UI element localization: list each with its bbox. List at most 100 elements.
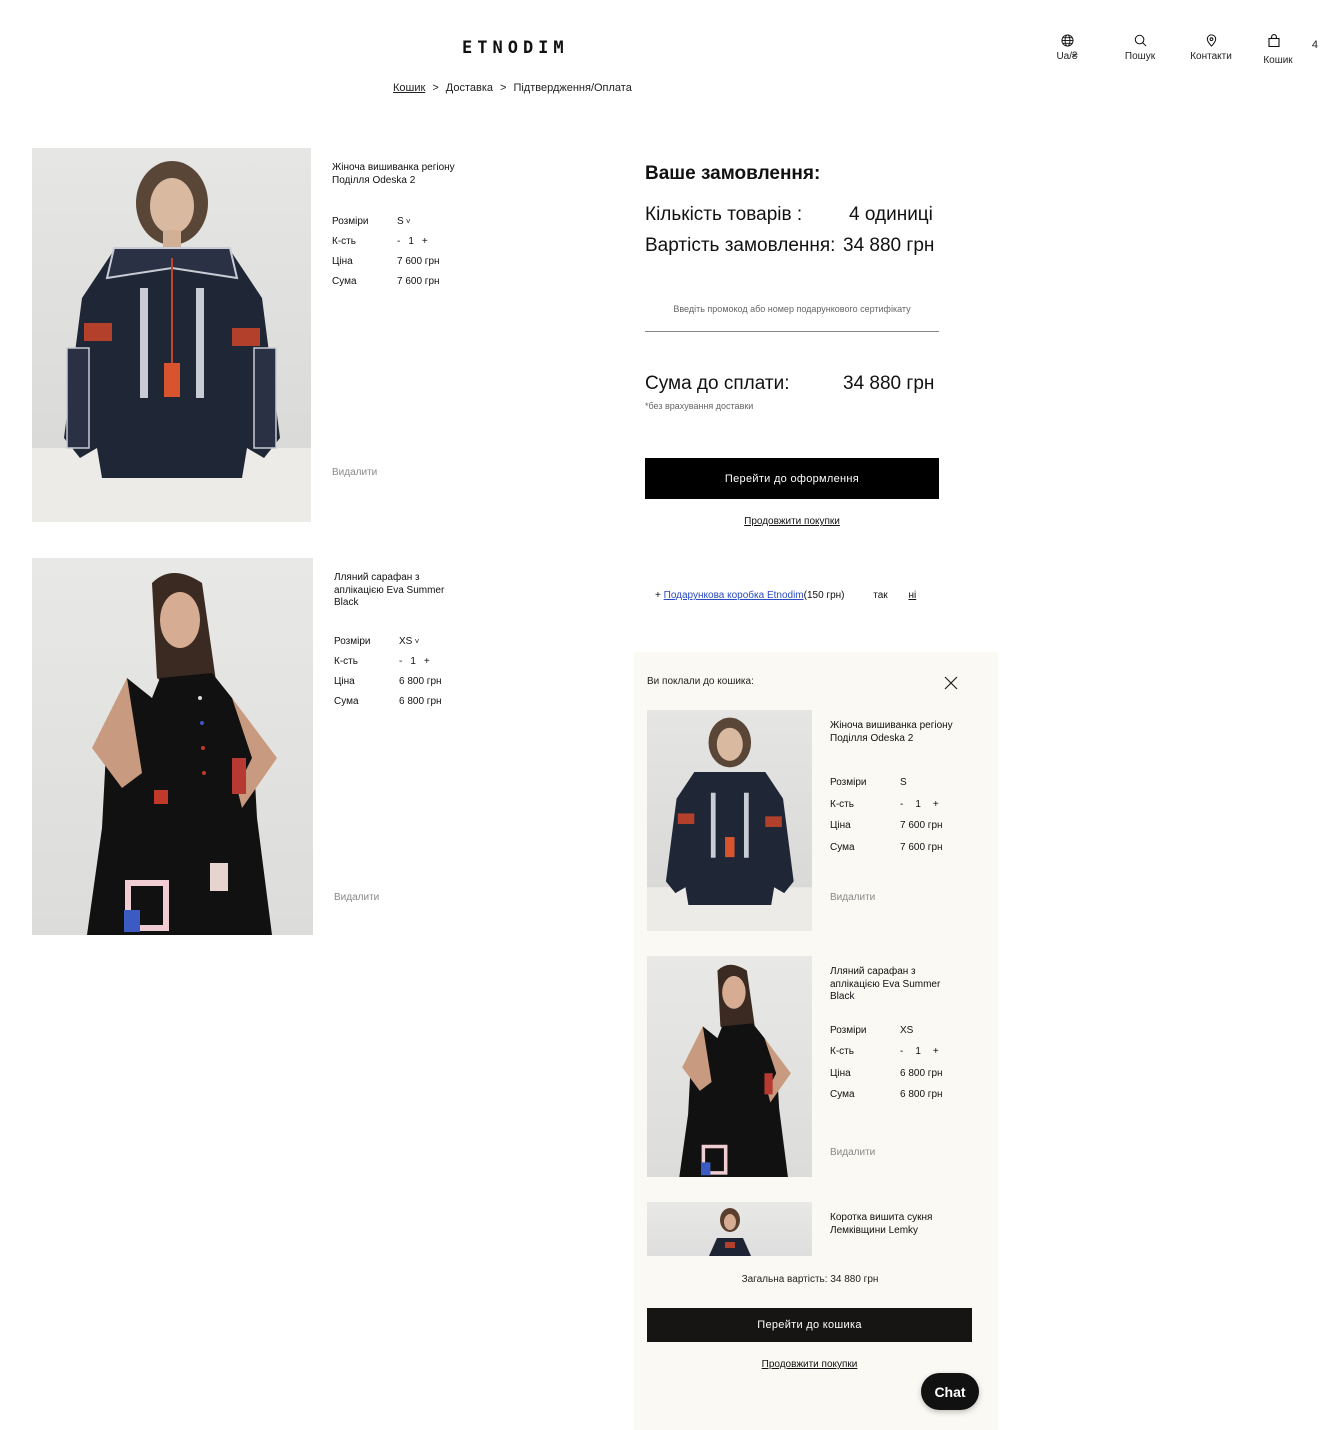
remove-button[interactable]: Видалити: [334, 892, 379, 903]
quantity-row: К-сть -1 +: [830, 794, 970, 816]
gift-no-option[interactable]: ні: [908, 590, 916, 601]
price-label: Ціна: [830, 1067, 851, 1079]
mini-cart-item-image[interactable]: [647, 956, 812, 1177]
quantity-label: К-сть: [332, 235, 356, 247]
increase-button[interactable]: +: [933, 799, 939, 810]
mini-cart-item-image[interactable]: [647, 710, 812, 931]
chevron-down-icon: ˅: [403, 216, 411, 226]
location-pin-icon: [1206, 34, 1216, 47]
continue-shopping-link[interactable]: Продовжити покупки: [647, 1359, 972, 1370]
order-cost-label: Вартість замовлення:: [645, 235, 836, 256]
sum-label: Сума: [332, 275, 357, 287]
remove-button[interactable]: Видалити: [332, 467, 377, 478]
search-label: Пошук: [1124, 51, 1156, 62]
size-label: Розміри: [334, 636, 371, 647]
price-label: Ціна: [334, 676, 355, 687]
quantity-value: 1: [410, 656, 416, 667]
decrease-button[interactable]: -: [900, 799, 903, 810]
mini-cart-item: Жіноча вишиванка регіону Поділля Odeska …: [830, 720, 970, 858]
cart-link[interactable]: 4 Кошик: [1238, 34, 1318, 66]
product-title[interactable]: Лляний сарафан з аплікацією Eva Summer B…: [334, 572, 454, 610]
price-value: 7 600 грн: [397, 255, 440, 267]
size-row: Розміри S: [830, 772, 970, 794]
cart-item: Жіноча вишиванка регіону Поділля Odeska …: [332, 162, 512, 291]
total-value: 34 880 грн: [843, 373, 935, 394]
increase-button[interactable]: +: [424, 656, 430, 667]
product-image[interactable]: [32, 148, 311, 522]
size-label: Розміри: [830, 777, 867, 789]
quantity-stepper: - 1 +: [900, 799, 939, 810]
increase-button[interactable]: +: [933, 1046, 939, 1057]
sum-label: Сума: [830, 841, 855, 853]
bag-icon: [1268, 34, 1280, 47]
size-select[interactable]: S ˅: [397, 216, 411, 227]
mini-cart-item: Коротка вишита сукня Лемківщини Lemky: [830, 1212, 960, 1237]
quantity-label: К-сть: [830, 1046, 854, 1058]
quantity-stepper: -1 +: [397, 236, 428, 247]
mini-cart-item-image[interactable]: [647, 1202, 812, 1256]
price-value: 7 600 грн: [900, 820, 943, 832]
product-title[interactable]: Жіноча вишиванка регіону Поділля Odeska …: [332, 162, 472, 187]
remove-button[interactable]: Видалити: [830, 1147, 875, 1158]
promo-code-input[interactable]: Введіть промокод або номер подарункового…: [645, 290, 939, 332]
checkout-button[interactable]: Перейти до оформлення: [645, 458, 939, 499]
go-to-cart-button[interactable]: Перейти до кошика: [647, 1308, 972, 1342]
price-row: Ціна 7 600 грн: [332, 251, 512, 271]
increase-button[interactable]: +: [422, 236, 428, 247]
product-title[interactable]: Жіноча вишиванка регіону Поділля Odeska …: [830, 720, 960, 745]
decrease-button[interactable]: -: [900, 1046, 903, 1057]
breadcrumb: Кошик > Доставка > Підтвердження/Оплата: [393, 82, 632, 94]
sum-row: Сума 6 800 грн: [334, 692, 514, 712]
size-value: XS: [900, 1024, 914, 1036]
quantity-row: К-сть -1 +: [332, 231, 512, 251]
price-row: Ціна 7 600 грн: [830, 815, 970, 837]
sum-row: Сума 7 600 грн: [332, 271, 512, 291]
sum-value: 7 600 грн: [397, 275, 440, 287]
decrease-button[interactable]: -: [397, 236, 400, 247]
continue-shopping-link[interactable]: Продовжити покупки: [645, 516, 939, 527]
delivery-note: *без врахування доставки: [645, 401, 754, 411]
site-logo[interactable]: ETNODIM: [462, 38, 569, 58]
gift-box-option: + Подарункова коробка Etnodim(150 грн) т…: [655, 590, 916, 601]
mini-cart-panel: Ви поклали до кошика: Жіноча вишиванка р…: [634, 652, 998, 1430]
language-currency-switch[interactable]: Ua/₴: [1027, 34, 1107, 62]
breadcrumb-cart[interactable]: Кошик: [393, 82, 425, 94]
sum-label: Сума: [334, 696, 359, 707]
breadcrumb-confirmation: Підтвердження/Оплата: [513, 82, 632, 94]
decrease-button[interactable]: -: [399, 656, 402, 667]
quantity-value: 1: [915, 798, 921, 810]
close-icon[interactable]: [943, 675, 959, 691]
search-button[interactable]: Пошук: [1100, 34, 1180, 62]
chat-button[interactable]: Chat: [921, 1373, 979, 1410]
gift-prefix: +: [655, 590, 661, 601]
mini-cart-total: Загальна вартість: 34 880 грн: [741, 1274, 879, 1285]
price-label: Ціна: [332, 255, 353, 267]
cart-label: Кошик: [1263, 55, 1293, 66]
sum-value: 7 600 грн: [900, 841, 943, 853]
sum-row: Сума 6 800 грн: [830, 1084, 970, 1106]
chevron-down-icon: ˅: [412, 637, 420, 646]
product-title[interactable]: Коротка вишита сукня Лемківщини Lemky: [830, 1212, 960, 1237]
price-row: Ціна 6 800 грн: [334, 672, 514, 692]
size-row: Розміри XS: [830, 1020, 970, 1042]
size-row: Розміри S ˅: [332, 211, 512, 231]
breadcrumb-delivery: Доставка: [445, 82, 493, 94]
quantity-stepper: -1 +: [900, 1046, 939, 1057]
product-title[interactable]: Лляний сарафан з аплікацією Eva Summer B…: [830, 966, 950, 1004]
product-image[interactable]: [32, 558, 313, 935]
total-label: Сума до сплати:: [645, 373, 790, 394]
price-value: 6 800 грн: [399, 676, 442, 687]
items-count-value: 4 одиниці: [849, 204, 933, 225]
quantity-label: К-сть: [334, 656, 358, 667]
cart-count-badge: 4: [1311, 39, 1318, 51]
gift-yes-option[interactable]: так: [873, 590, 887, 601]
price-value: 6 800 грн: [900, 1067, 943, 1079]
quantity-value: 1: [408, 235, 414, 247]
size-select[interactable]: XS ˅: [399, 636, 419, 647]
size-label: Розміри: [332, 215, 369, 227]
cart-item: Лляний сарафан з аплікацією Eva Summer B…: [334, 572, 514, 712]
gift-box-link[interactable]: Подарункова коробка Etnodim: [664, 590, 804, 601]
quantity-row: К-сть -1 +: [334, 652, 514, 672]
size-value: S: [900, 777, 907, 789]
remove-button[interactable]: Видалити: [830, 892, 875, 903]
